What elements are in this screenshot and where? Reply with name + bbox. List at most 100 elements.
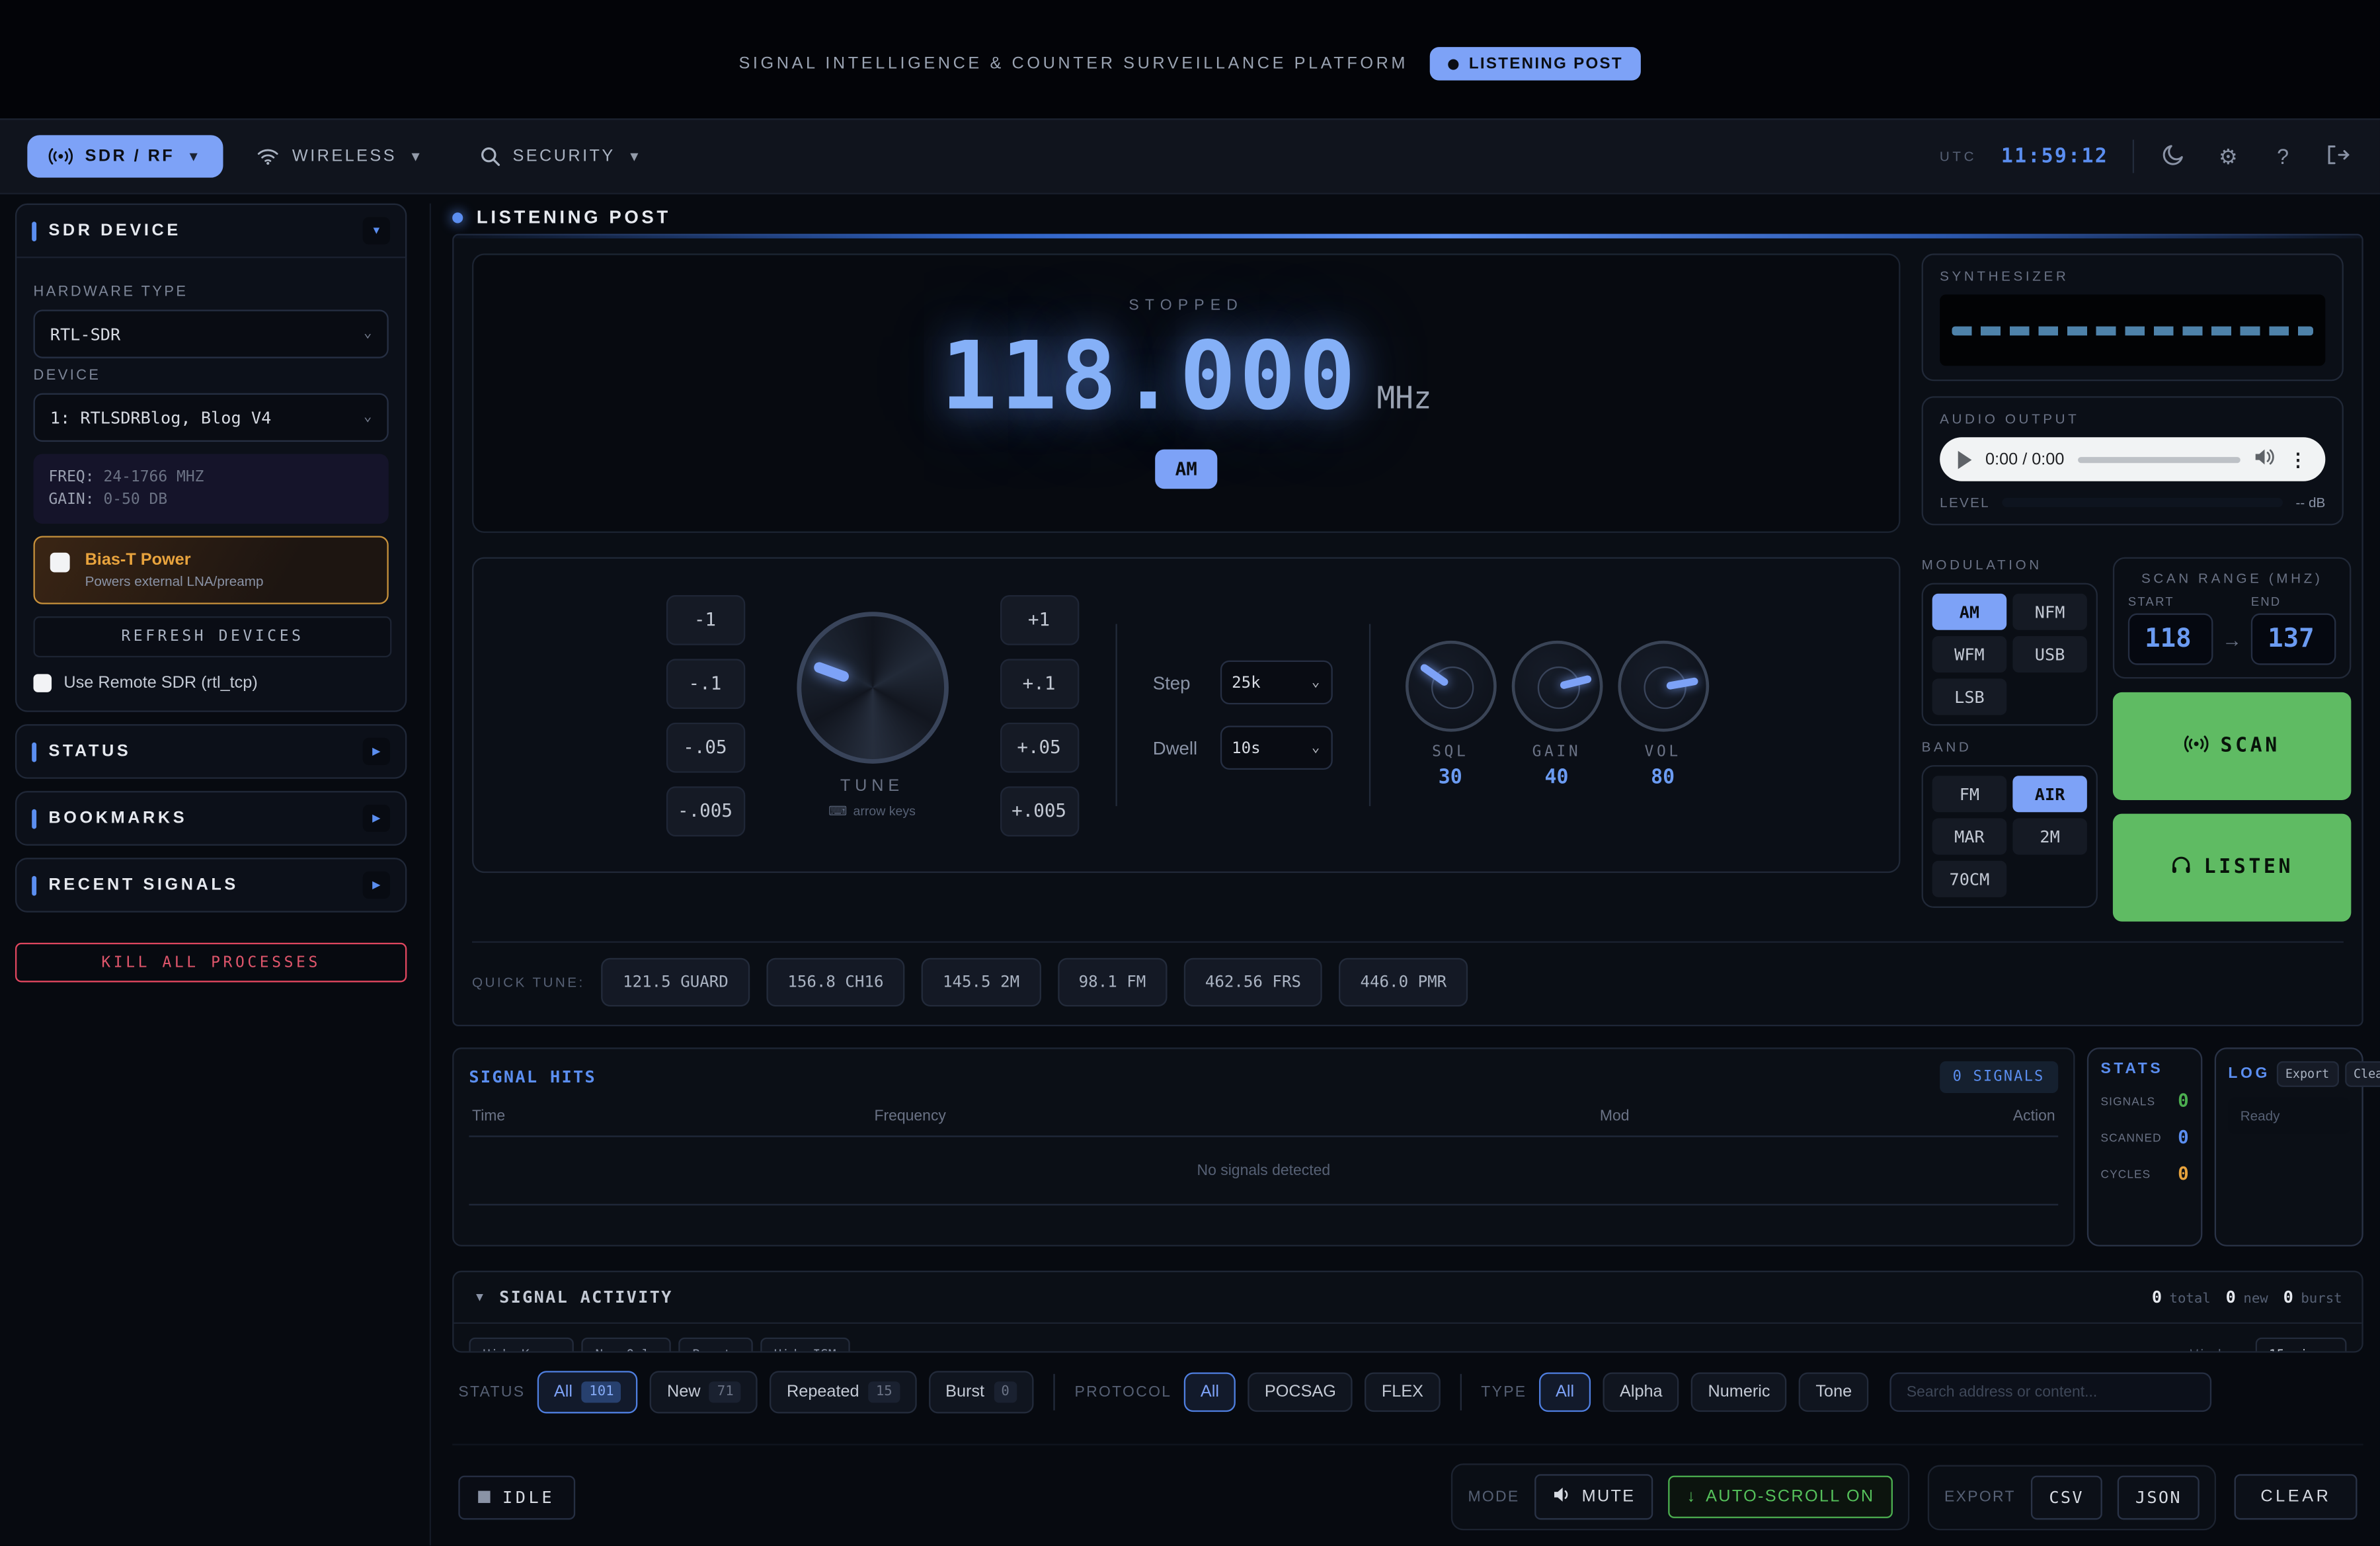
play-icon[interactable] <box>1958 450 1972 469</box>
band-option-button[interactable]: FM <box>1932 776 2006 812</box>
log-clear-button[interactable]: Clear <box>2344 1061 2380 1087</box>
band-option-button[interactable]: AIR <box>2012 776 2086 812</box>
collapse-toggle-icon[interactable]: ▼ <box>363 217 390 244</box>
protocol-filter-button[interactable]: All <box>1184 1372 1236 1412</box>
sdr-device-title: SDR DEVICE <box>48 222 180 240</box>
tune-knob[interactable] <box>796 611 948 763</box>
quick-tune-label: QUICK TUNE: <box>472 975 585 990</box>
quick-tune-preset-button[interactable]: 145.5 2M <box>922 958 1041 1006</box>
tune-step-up-button[interactable]: +.1 <box>1000 658 1078 708</box>
expand-toggle-icon[interactable]: ▶ <box>363 738 390 765</box>
protocol-filter-button[interactable]: FLEX <box>1365 1372 1441 1412</box>
quick-tune-preset-button[interactable]: 446.0 PMR <box>1339 958 1468 1006</box>
tune-step-down-button[interactable]: -.1 <box>666 658 744 708</box>
nav-item-wireless[interactable]: WIRELESS ▼ <box>236 135 446 177</box>
expand-toggle-icon[interactable]: ▶ <box>363 872 390 899</box>
scan-start-input[interactable]: 118 <box>2128 614 2213 665</box>
stat-row: SIGNALS 0 <box>2101 1090 2189 1111</box>
bias-t-checkbox[interactable] <box>50 553 70 573</box>
dwell-select[interactable]: 10s ⌄ <box>1220 725 1332 770</box>
audio-progress-bar[interactable] <box>2078 456 2241 462</box>
quick-tune-preset-button[interactable]: 462.56 FRS <box>1184 958 1322 1006</box>
audio-player[interactable]: 0:00 / 0:00 ⋮ <box>1940 437 2325 481</box>
frequency-display: STOPPED 118.000 MHz AM <box>472 253 1900 532</box>
modulation-option-button[interactable]: NFM <box>2012 594 2086 630</box>
scan-end-label: END <box>2251 595 2336 609</box>
step-select[interactable]: 25k ⌄ <box>1220 661 1332 705</box>
logout-icon[interactable] <box>2322 143 2353 169</box>
device-select[interactable]: 1: RTLSDRBlog, Blog V4 ⌄ <box>34 393 389 442</box>
sdr-device-header[interactable]: SDR DEVICE ▼ <box>17 205 405 257</box>
type-filter-button[interactable]: All <box>1539 1372 1591 1412</box>
dark-mode-moon-icon[interactable] <box>2159 142 2189 171</box>
remote-sdr-row[interactable]: Use Remote SDR (rtl_tcp) <box>34 672 389 692</box>
auto-scroll-button[interactable]: ↓ AUTO-SCROLL ON <box>1669 1476 1893 1518</box>
activity-filter-button[interactable]: Bursts <box>679 1338 753 1353</box>
scan-button[interactable]: SCAN <box>2113 692 2351 800</box>
protocol-filter-button[interactable]: POCSAG <box>1248 1372 1353 1412</box>
type-filter-button[interactable]: Tone <box>1799 1372 1868 1412</box>
tune-step-up-button[interactable]: +.005 <box>1000 786 1078 836</box>
kill-all-processes-button[interactable]: KILL ALL PROCESSES <box>15 943 407 983</box>
signal-activity-title: SIGNAL ACTIVITY <box>499 1287 673 1307</box>
type-filter-button[interactable]: Numeric <box>1691 1372 1787 1412</box>
activity-filter-button[interactable]: Hide ISM <box>760 1338 850 1353</box>
modulation-option-button[interactable]: USB <box>2012 636 2086 672</box>
log-export-button[interactable]: Export <box>2276 1061 2338 1087</box>
mode-badge: AM <box>1156 450 1217 489</box>
nav-item-security[interactable]: SECURITY ▼ <box>458 134 664 179</box>
tune-step-up-button[interactable]: +1 <box>1000 594 1078 645</box>
remote-sdr-checkbox[interactable] <box>34 674 52 692</box>
export-csv-button[interactable]: CSV <box>2031 1475 2102 1519</box>
sidebar-section-header[interactable]: BOOKMARKS ▶ <box>17 792 405 844</box>
refresh-devices-button[interactable]: REFRESH DEVICES <box>34 616 392 657</box>
band-option-button[interactable]: 2M <box>2012 818 2086 854</box>
synthesizer-title: SYNTHESIZER <box>1940 268 2325 284</box>
status-filter-button[interactable]: New 71 <box>651 1371 758 1413</box>
window-select[interactable]: 15 min ⌄ <box>2255 1338 2346 1353</box>
log-panel: LOG Export Clear Ready <box>2215 1047 2363 1246</box>
volume-icon[interactable] <box>2254 446 2275 473</box>
signal-activity-title-row[interactable]: ▼ SIGNAL ACTIVITY <box>473 1287 672 1307</box>
status-filter-button[interactable]: All 101 <box>537 1371 639 1413</box>
status-filter-button[interactable]: Repeated 15 <box>770 1371 917 1413</box>
tune-step-down-button[interactable]: -.005 <box>666 786 744 836</box>
export-json-button[interactable]: JSON <box>2117 1475 2200 1519</box>
modulation-option-button[interactable]: LSB <box>1932 678 2006 715</box>
squelch-knob[interactable] <box>1405 641 1496 732</box>
expand-toggle-icon[interactable]: ▶ <box>363 805 390 832</box>
kebab-menu-icon[interactable]: ⋮ <box>2289 448 2307 469</box>
clear-button[interactable]: CLEAR <box>2235 1474 2357 1520</box>
nav-item-sdr-rf[interactable]: SDR / RF ▼ <box>27 135 223 177</box>
activity-filter-button[interactable]: New Only <box>582 1338 671 1353</box>
help-icon[interactable]: ? <box>2268 144 2298 169</box>
quick-tune-preset-button[interactable]: 121.5 GUARD <box>602 958 750 1006</box>
tune-step-down-button[interactable]: -.05 <box>666 722 744 772</box>
modulation-option-button[interactable]: WFM <box>1932 636 2006 672</box>
search-input[interactable] <box>1890 1372 2212 1412</box>
quick-tune-preset-button[interactable]: 98.1 FM <box>1058 958 1168 1006</box>
signal-hits-header: Time Frequency Mod Action <box>469 1102 2058 1137</box>
quick-tune-preset-button[interactable]: 156.8 CH16 <box>766 958 904 1006</box>
status-filter-button[interactable]: Burst 0 <box>929 1371 1034 1413</box>
volume-knob[interactable] <box>1617 641 1708 732</box>
filter-count-badge: 101 <box>582 1381 621 1403</box>
hardware-type-select[interactable]: RTL-SDR ⌄ <box>34 309 389 358</box>
mute-button[interactable]: MUTE <box>1534 1474 1653 1520</box>
bias-t-card[interactable]: Bias-T Power Powers external LNA/preamp <box>34 536 389 604</box>
settings-gear-icon[interactable]: ⚙ <box>2213 143 2243 169</box>
tune-step-up-button[interactable]: +.05 <box>1000 722 1078 772</box>
sidebar-section-header[interactable]: STATUS ▶ <box>17 725 405 777</box>
type-filter-button[interactable]: Alpha <box>1603 1372 1679 1412</box>
scan-end-input[interactable]: 137 <box>2251 614 2336 665</box>
sidebar-section-header[interactable]: RECENT SIGNALS ▶ <box>17 859 405 911</box>
activity-filter-button[interactable]: Hide Known <box>469 1338 574 1353</box>
listen-button[interactable]: LISTEN <box>2113 814 2351 922</box>
gain-knob[interactable] <box>1511 641 1603 732</box>
nav-security-label: SECURITY <box>512 147 615 166</box>
quick-tune-row: QUICK TUNE: 121.5 GUARD 156.8 CH16 145.5… <box>472 941 2344 1006</box>
modulation-option-button[interactable]: AM <box>1932 594 2006 630</box>
band-option-button[interactable]: MAR <box>1932 818 2006 854</box>
tune-step-down-button[interactable]: -1 <box>666 594 744 645</box>
band-option-button[interactable]: 70CM <box>1932 861 2006 897</box>
